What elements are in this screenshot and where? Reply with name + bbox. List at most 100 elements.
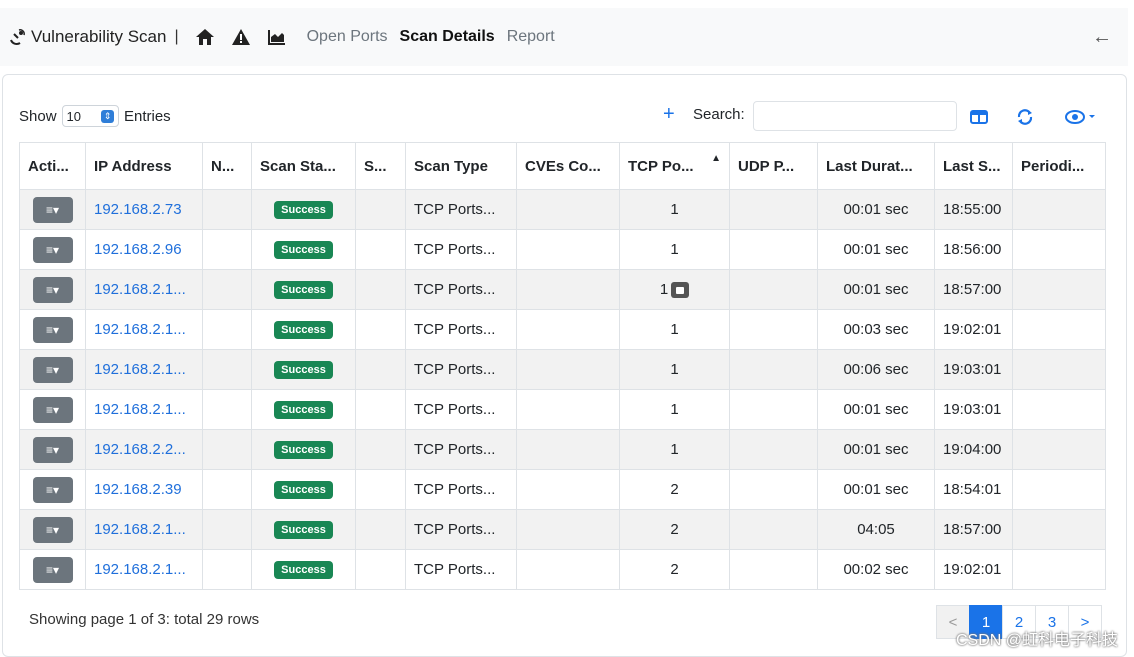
- ip-cell[interactable]: 192.168.2.1...: [85, 509, 203, 550]
- table-row: ≡▾ 192.168.2.1... Success TCP Ports... 1 00:0…: [19, 389, 1106, 430]
- col-periodic-header[interactable]: Periodi...: [1012, 142, 1106, 190]
- cves-cell: [516, 549, 620, 590]
- table-row: ≡▾ 192.168.2.1... Success TCP Ports... 1 00:0…: [19, 349, 1106, 390]
- udp-ports-cell: [729, 469, 818, 510]
- ip-link[interactable]: 192.168.2.73: [94, 201, 182, 218]
- lock-icon: [671, 282, 690, 299]
- home-icon[interactable]: [194, 26, 216, 48]
- table-toolbar: Show 10 ⇕ Entries + Search:: [19, 101, 1110, 131]
- periodic-cell: [1012, 269, 1106, 310]
- col-scan-type-header[interactable]: Scan Type: [405, 142, 517, 190]
- status-badge: Success: [274, 321, 333, 339]
- row-action-button[interactable]: ≡▾: [32, 436, 73, 463]
- show-label: Show: [19, 107, 57, 125]
- col-last-duration-header[interactable]: Last Durat...: [817, 142, 935, 190]
- row-action-button[interactable]: ≡▾: [32, 276, 73, 303]
- udp-ports-cell: [729, 309, 818, 350]
- tcp-ports-value: 1: [659, 280, 669, 298]
- row-action-button[interactable]: ≡▾: [32, 356, 73, 383]
- ip-cell[interactable]: 192.168.2.1...: [85, 269, 203, 310]
- col-actions-header[interactable]: Acti...: [19, 142, 86, 190]
- tcp-ports-value: 2: [670, 521, 679, 538]
- ip-cell[interactable]: 192.168.2.1...: [85, 389, 203, 430]
- warning-icon[interactable]: [230, 26, 252, 48]
- list-icon: ≡▾: [45, 482, 60, 497]
- ip-cell[interactable]: 192.168.2.73: [85, 189, 203, 230]
- duration-cell: 00:01 sec: [817, 389, 935, 430]
- status-cell: Success: [251, 389, 356, 430]
- ip-cell[interactable]: 192.168.2.1...: [85, 349, 203, 390]
- plus-icon[interactable]: +: [663, 103, 675, 126]
- row-action-button[interactable]: ≡▾: [32, 196, 73, 223]
- brand-title: Vulnerability Scan: [31, 27, 167, 46]
- periodic-cell: [1012, 509, 1106, 550]
- ip-link[interactable]: 192.168.2.96: [94, 241, 182, 258]
- scan-type-cell: TCP Ports...: [405, 509, 517, 550]
- ip-link[interactable]: 192.168.2.39: [94, 481, 182, 498]
- page-size-control: Show 10 ⇕ Entries: [19, 105, 171, 127]
- col-udp-ports-header[interactable]: UDP P...: [729, 142, 818, 190]
- row-actions-cell: ≡▾: [19, 349, 86, 390]
- s-cell: [355, 549, 406, 590]
- ip-cell[interactable]: 192.168.2.96: [85, 229, 203, 270]
- last-scan-cell: 18:55:00: [934, 189, 1013, 230]
- udp-ports-cell: [729, 509, 818, 550]
- nav-report[interactable]: Report: [507, 28, 555, 46]
- ip-link[interactable]: 192.168.2.1...: [94, 321, 186, 338]
- brand[interactable]: Vulnerability Scan: [8, 27, 166, 47]
- ip-cell[interactable]: 192.168.2.1...: [85, 549, 203, 590]
- name-cell: [202, 469, 252, 510]
- search-input[interactable]: [753, 101, 957, 131]
- status-cell: Success: [251, 189, 356, 230]
- ip-cell[interactable]: 192.168.2.2...: [85, 429, 203, 470]
- ip-link[interactable]: 192.168.2.1...: [94, 561, 186, 578]
- scan-details-card: Show 10 ⇕ Entries + Search: Acti... IP A…: [2, 74, 1127, 657]
- col-scan-status-header[interactable]: Scan Sta...: [251, 142, 356, 190]
- tcp-ports-value: 1: [670, 401, 679, 418]
- chart-icon[interactable]: [266, 26, 288, 48]
- col-last-scan-header[interactable]: Last S...: [934, 142, 1013, 190]
- udp-ports-cell: [729, 229, 818, 270]
- table-row: ≡▾ 192.168.2.73 Success TCP Ports... 1 00:01 …: [19, 189, 1106, 230]
- last-scan-cell: 19:02:01: [934, 549, 1013, 590]
- ip-link[interactable]: 192.168.2.1...: [94, 521, 186, 538]
- row-action-button[interactable]: ≡▾: [32, 316, 73, 343]
- status-cell: Success: [251, 269, 356, 310]
- scan-type-cell: TCP Ports...: [405, 349, 517, 390]
- s-cell: [355, 469, 406, 510]
- refresh-icon[interactable]: [1015, 108, 1035, 126]
- row-action-button[interactable]: ≡▾: [32, 516, 73, 543]
- ip-link[interactable]: 192.168.2.1...: [94, 401, 186, 418]
- col-tcp-ports-header[interactable]: TCP Po... ▲: [619, 142, 730, 190]
- nav-scan-details[interactable]: Scan Details: [400, 28, 495, 46]
- tcp-ports-cell: 2: [619, 469, 730, 510]
- list-icon: ≡▾: [45, 562, 60, 577]
- col-name-header[interactable]: N...: [202, 142, 252, 190]
- eye-icon[interactable]: [1065, 108, 1099, 126]
- page-size-select[interactable]: 10 ⇕: [61, 105, 119, 127]
- arrow-left-icon[interactable]: ←: [1092, 26, 1112, 49]
- columns-icon[interactable]: [969, 108, 989, 126]
- row-action-button[interactable]: ≡▾: [32, 396, 73, 423]
- ip-cell[interactable]: 192.168.2.39: [85, 469, 203, 510]
- col-cves-header[interactable]: CVEs Co...: [516, 142, 620, 190]
- ip-cell[interactable]: 192.168.2.1...: [85, 309, 203, 350]
- duration-cell: 00:01 sec: [817, 469, 935, 510]
- udp-ports-cell: [729, 429, 818, 470]
- nav-open-ports[interactable]: Open Ports: [307, 28, 388, 46]
- row-action-button[interactable]: ≡▾: [32, 476, 73, 503]
- name-cell: [202, 429, 252, 470]
- row-actions-cell: ≡▾: [19, 509, 86, 550]
- row-action-button[interactable]: ≡▾: [32, 236, 73, 263]
- ip-link[interactable]: 192.168.2.1...: [94, 361, 186, 378]
- col-s-header[interactable]: S...: [355, 142, 406, 190]
- status-cell: Success: [251, 469, 356, 510]
- cves-cell: [516, 229, 620, 270]
- tcp-ports-value: 2: [670, 481, 679, 498]
- ip-link[interactable]: 192.168.2.2...: [94, 441, 186, 458]
- ip-link[interactable]: 192.168.2.1...: [94, 281, 186, 298]
- row-action-button[interactable]: ≡▾: [32, 556, 73, 583]
- search-label: Search:: [693, 106, 745, 123]
- scan-results-table: Acti... IP Address N... Scan Sta... S...…: [19, 142, 1106, 590]
- col-ip-header[interactable]: IP Address: [85, 142, 203, 190]
